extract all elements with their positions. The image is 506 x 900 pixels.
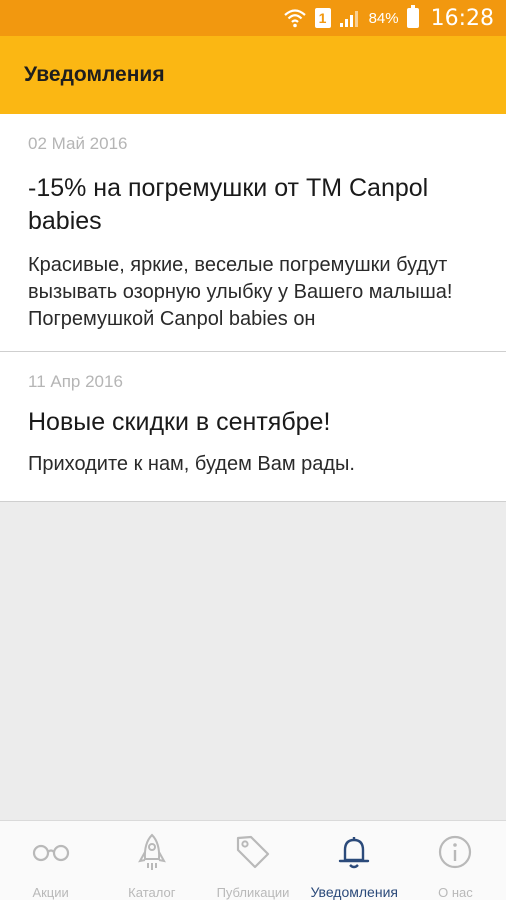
nav-item-about[interactable]: О нас bbox=[405, 821, 506, 900]
nav-item-publications[interactable]: Публикации bbox=[202, 821, 303, 900]
nav-label: Уведомления bbox=[310, 884, 398, 900]
signal-icon bbox=[339, 8, 361, 28]
notification-item[interactable]: 11 Апр 2016 Новые скидки в сентябре! При… bbox=[0, 352, 506, 502]
battery-icon bbox=[406, 5, 419, 28]
wifi-icon bbox=[283, 8, 307, 28]
status-bar: 1 84% 16:28 bbox=[0, 0, 506, 36]
notification-title: Новые скидки в сентябре! bbox=[28, 408, 331, 436]
notification-title: -15% на погремушки от ТМ Canpol babies bbox=[28, 174, 429, 235]
bottom-navigation: Акции Каталог Публикации Уведомления О н… bbox=[0, 820, 506, 900]
nav-label: Акции bbox=[32, 885, 69, 900]
sim-icon: 1 bbox=[314, 8, 331, 28]
clock: 16:28 bbox=[430, 5, 494, 31]
notification-body: Приходите к нам, будем Вам рады. bbox=[28, 453, 355, 475]
nav-label: Каталог bbox=[128, 885, 176, 900]
notification-list: 02 Май 2016 -15% на погремушки от ТМ Can… bbox=[0, 114, 506, 502]
screen: 1 84% 16:28 Уведомления 02 Май 2016 -15%… bbox=[0, 0, 506, 900]
nav-label: Публикации bbox=[216, 885, 290, 900]
bell-icon bbox=[334, 833, 374, 870]
battery-percent: 84% bbox=[368, 9, 399, 27]
nav-item-promotions[interactable]: Акции bbox=[0, 821, 101, 900]
page-title: Уведомления bbox=[24, 63, 165, 86]
notification-body: Красивые, яркие, веселые погремушки буду… bbox=[28, 254, 453, 330]
notification-date: 02 Май 2016 bbox=[28, 134, 128, 153]
tag-icon bbox=[233, 833, 273, 871]
notification-date: 11 Апр 2016 bbox=[28, 372, 123, 391]
notification-item[interactable]: 02 Май 2016 -15% на погремушки от ТМ Can… bbox=[0, 114, 506, 352]
nav-item-notifications[interactable]: Уведомления bbox=[304, 821, 405, 900]
glasses-icon bbox=[31, 833, 71, 871]
nav-label: О нас bbox=[438, 885, 473, 900]
app-bar: Уведомления bbox=[0, 36, 506, 114]
nav-item-catalog[interactable]: Каталог bbox=[101, 821, 202, 900]
rocket-icon bbox=[132, 833, 172, 871]
info-icon bbox=[435, 833, 475, 871]
